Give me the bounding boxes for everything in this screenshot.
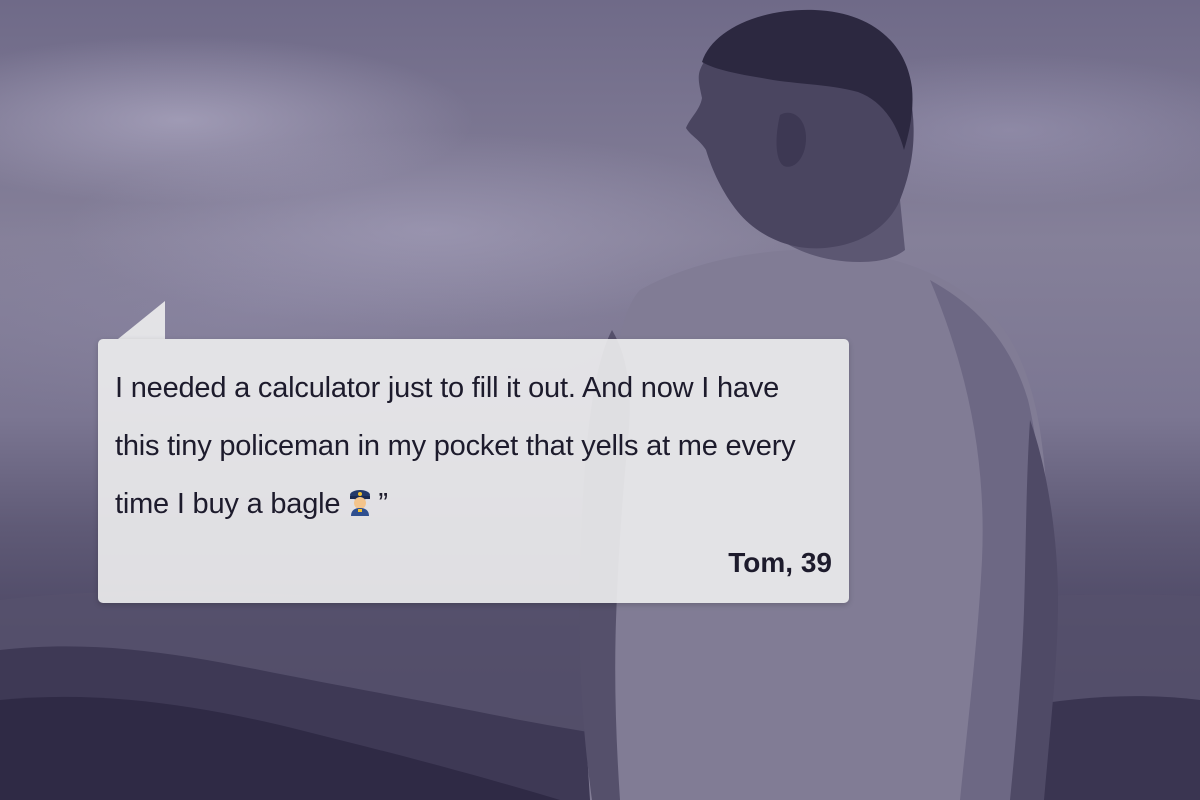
police-officer-icon (346, 478, 374, 536)
photo-scene: I needed a calculator just to fill it ou… (0, 0, 1200, 800)
quote-text-block: I needed a calculator just to fill it ou… (115, 359, 831, 536)
quote-card: I needed a calculator just to fill it ou… (98, 339, 849, 603)
speech-bubble-tail (118, 301, 165, 339)
closing-quote-mark: ” (378, 488, 388, 520)
quote-author: Tom, 39 (728, 547, 832, 578)
quote-text: I needed a calculator just to fill it ou… (115, 372, 796, 520)
